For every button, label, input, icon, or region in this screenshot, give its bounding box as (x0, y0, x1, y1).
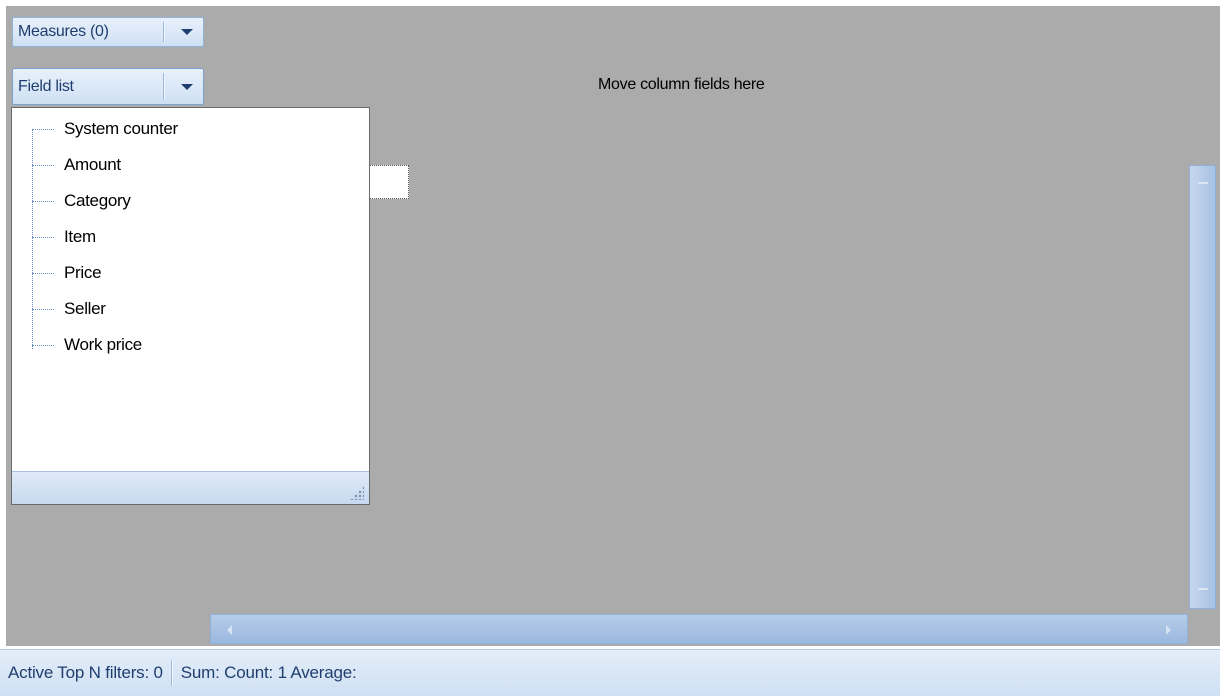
field-item-label: Amount (64, 155, 121, 174)
field-item-category[interactable]: Category (32, 183, 131, 219)
popup-footer (12, 471, 369, 504)
status-bar: Active Top N filters: 0 Sum: Count: 1 Av… (0, 649, 1220, 696)
column-drop-zone[interactable]: Move column fields here (598, 76, 765, 94)
field-item-label: System counter (64, 119, 178, 138)
field-item-label: Seller (64, 299, 106, 318)
scroll-right-icon[interactable] (1166, 625, 1171, 635)
field-item-seller[interactable]: Seller (32, 291, 106, 327)
tree-connector-icon (32, 200, 54, 202)
field-item-work-price[interactable]: Work price (32, 327, 142, 363)
status-filters-text: Active Top N filters: 0 (8, 663, 163, 682)
measures-label: Measures (0) (18, 23, 109, 40)
horizontal-scrollbar[interactable] (210, 614, 1188, 644)
scroll-left-icon[interactable] (227, 625, 232, 635)
field-item-label: Price (64, 263, 102, 282)
vertical-scrollbar[interactable] (1189, 165, 1216, 609)
tree-connector-icon (32, 308, 54, 310)
field-item-label: Item (64, 227, 96, 246)
tree-connector-icon (32, 344, 54, 346)
field-list-label: Field list (18, 77, 74, 95)
field-item-label: Work price (64, 335, 142, 354)
tree-connector-icon (32, 128, 54, 130)
tree-connector-icon (32, 164, 54, 166)
chevron-down-icon[interactable] (181, 29, 193, 35)
field-item-price[interactable]: Price (32, 255, 102, 291)
field-item-label: Category (64, 191, 131, 210)
resize-grip-icon[interactable] (350, 486, 364, 500)
field-item-amount[interactable]: Amount (32, 147, 121, 183)
chevron-down-icon[interactable] (181, 83, 193, 90)
field-list-dropdown[interactable]: Field list (12, 68, 204, 105)
measures-dropdown[interactable]: Measures (0) (12, 17, 204, 47)
scroll-up-icon[interactable] (1198, 182, 1208, 184)
field-list-popup[interactable]: System counter Amount Category Item Pric… (11, 107, 370, 505)
status-summary-text: Sum: Count: 1 Average: (180, 663, 357, 682)
field-item-system-counter[interactable]: System counter (32, 111, 178, 147)
combo-divider (163, 73, 165, 100)
scroll-down-icon[interactable] (1198, 588, 1208, 590)
field-item-item[interactable]: Item (32, 219, 96, 255)
combo-divider (163, 22, 165, 42)
tree-connector-icon (32, 272, 54, 274)
tree-connector-icon (32, 236, 54, 238)
